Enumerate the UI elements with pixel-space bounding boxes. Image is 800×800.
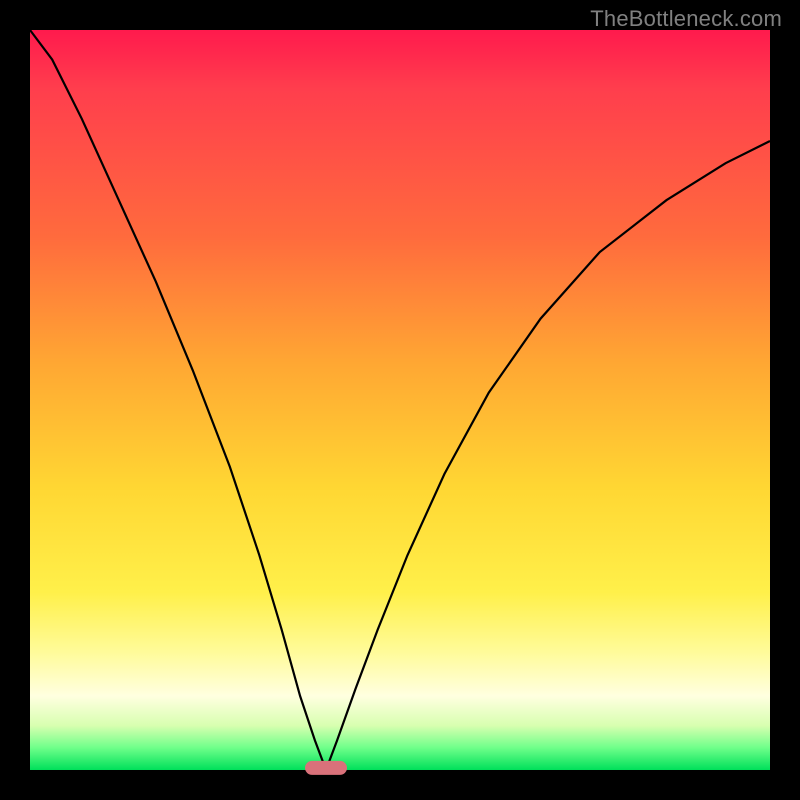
chart-frame: TheBottleneck.com [0,0,800,800]
curve-right-branch [326,141,770,770]
watermark-text: TheBottleneck.com [590,6,782,32]
optimal-marker-pill [305,761,347,775]
bottleneck-curve [30,30,770,770]
curve-left-branch [30,30,326,770]
plot-area [30,30,770,770]
